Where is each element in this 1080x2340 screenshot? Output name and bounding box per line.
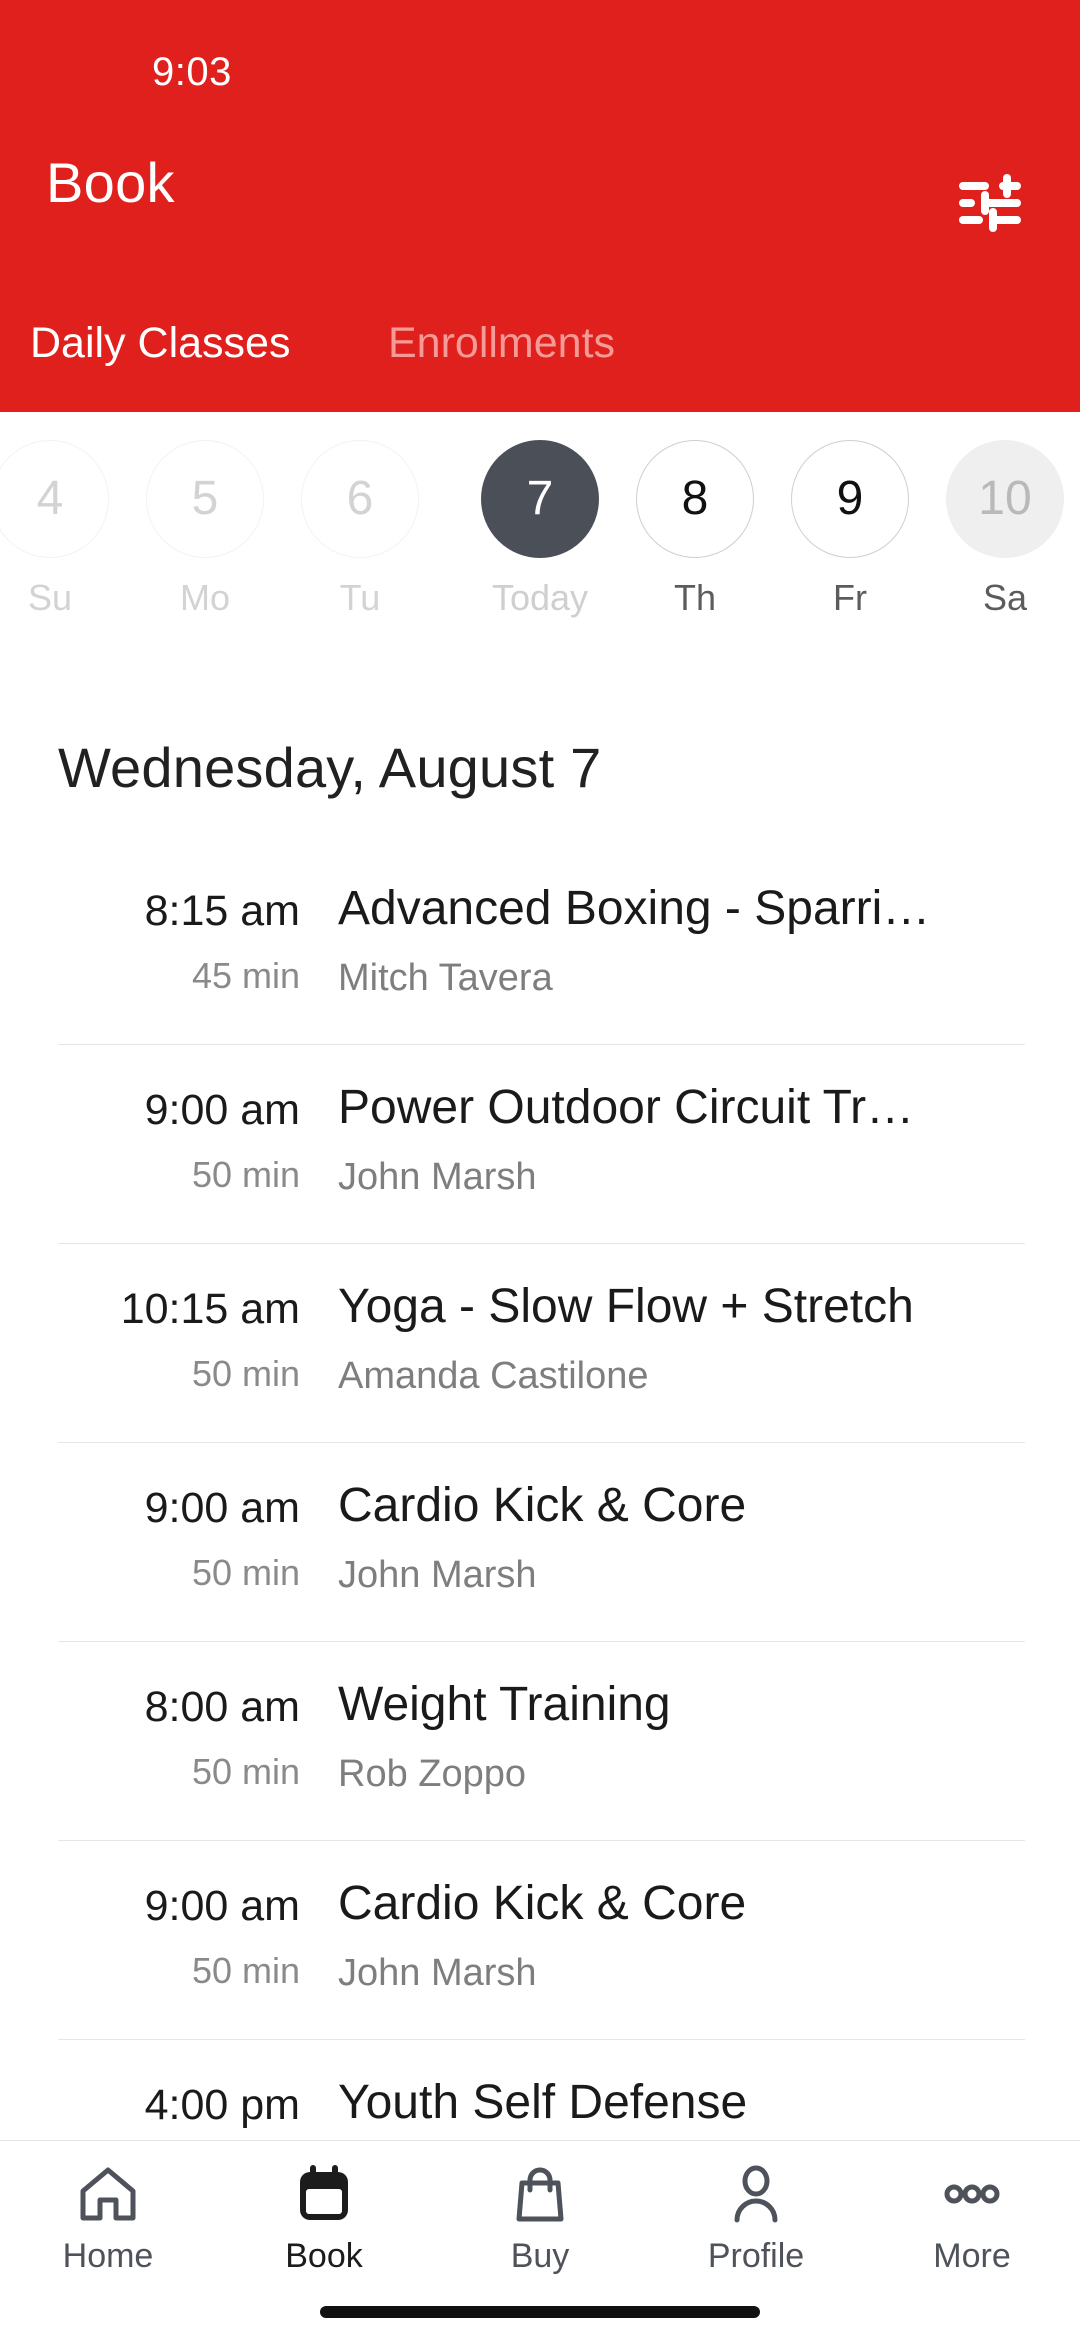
class-time: 9:00 am [144, 1882, 300, 1930]
class-title: Power Outdoor Circuit Tr… [338, 1081, 915, 1134]
header-tabs: Daily Classes Enrollments [0, 310, 1080, 410]
filter-button[interactable] [955, 172, 1025, 234]
table-row[interactable]: 4:00 pm Youth Self Defense [0, 2039, 1080, 2145]
date-cell-9[interactable]: 9 Fr [770, 440, 930, 640]
date-number-9: 9 [791, 440, 909, 558]
class-time: 4:00 pm [144, 2081, 300, 2129]
date-weekday-7: Today [491, 577, 589, 618]
class-instructor: John Marsh [338, 1554, 537, 1596]
nav-item-buy[interactable]: Buy [432, 2163, 648, 2303]
class-duration: 50 min [191, 1353, 300, 1394]
class-instructor: John Marsh [338, 1156, 537, 1198]
nav-item-home[interactable]: Home [0, 2163, 216, 2303]
nav-label-profile: Profile [707, 2237, 805, 2275]
nav-item-profile[interactable]: Profile [648, 2163, 864, 2303]
home-icon [80, 2167, 136, 2221]
date-cell-7-today[interactable]: 7 Today [460, 440, 620, 640]
class-duration: 50 min [191, 1154, 300, 1195]
class-instructor: Amanda Castilone [338, 1355, 649, 1397]
class-time: 9:00 am [144, 1086, 300, 1134]
date-weekday-8: Th [673, 577, 716, 618]
bottom-navigation: Home Book Buy Profile More [0, 2140, 1080, 2340]
app-header: 9:03 Book Daily Classes Enrollments [0, 0, 1080, 412]
class-instructor: John Marsh [338, 1952, 537, 1994]
date-cell-8[interactable]: 8 Th [615, 440, 775, 640]
class-title: Cardio Kick & Core [338, 1877, 747, 1930]
date-cell-6[interactable]: 6 Tu [280, 440, 440, 640]
bag-icon [516, 2167, 564, 2222]
date-cell-5[interactable]: 5 Mo [125, 440, 285, 640]
table-row[interactable]: 10:15 am 50 min Yoga - Slow Flow + Stret… [0, 1243, 1080, 1442]
table-row[interactable]: 9:00 am 50 min Cardio Kick & Core John M… [0, 1840, 1080, 2039]
date-weekday-10: Sa [982, 577, 1028, 618]
nav-item-more[interactable]: More [864, 2163, 1080, 2303]
date-number-7: 7 [481, 440, 599, 558]
ellipsis-icon [944, 2184, 1000, 2204]
status-bar-clock: 9:03 [152, 50, 232, 94]
status-bar: 9:03 [0, 0, 1080, 120]
app-screen: 9:03 Book Daily Classes Enrollments 4 Su… [0, 0, 1080, 2340]
table-row[interactable]: 9:00 am 50 min Power Outdoor Circuit Tr…… [0, 1044, 1080, 1243]
table-row[interactable]: 9:00 am 50 min Cardio Kick & Core John M… [0, 1442, 1080, 1641]
class-title: Yoga - Slow Flow + Stretch [338, 1280, 914, 1333]
nav-label-buy: Buy [510, 2237, 570, 2275]
class-duration: 50 min [191, 1552, 300, 1593]
calendar-icon [300, 2165, 348, 2220]
class-list[interactable]: 8:15 am 45 min Advanced Boxing - Sparri…… [0, 845, 1080, 2145]
nav-label-book: Book [285, 2237, 363, 2275]
tune-filter-icon [959, 174, 1021, 232]
nav-item-book[interactable]: Book [216, 2163, 432, 2303]
date-cell-4[interactable]: 4 Su [0, 440, 130, 640]
class-time: 9:00 am [144, 1484, 300, 1532]
class-instructor: Rob Zoppo [338, 1753, 527, 1795]
date-number-4: 4 [0, 440, 109, 558]
selected-day-heading: Wednesday, August 7 [58, 736, 602, 799]
date-weekday-6: Tu [339, 577, 381, 618]
class-time: 8:00 am [144, 1683, 300, 1731]
class-title: Youth Self Defense [338, 2076, 748, 2129]
class-time: 10:15 am [120, 1285, 300, 1333]
class-duration: 45 min [191, 955, 300, 996]
date-number-8: 8 [636, 440, 754, 558]
date-picker-strip[interactable]: 4 Su 5 Mo 6 Tu 7 Today 8 Th 9 Fr 10 Sa [0, 412, 1080, 662]
table-row[interactable]: 8:15 am 45 min Advanced Boxing - Sparri…… [0, 845, 1080, 1044]
home-indicator-bar[interactable] [320, 2306, 760, 2318]
class-instructor: Mitch Tavera [338, 957, 553, 999]
class-title: Advanced Boxing - Sparri… [338, 882, 931, 935]
date-cell-10[interactable]: 10 Sa [925, 440, 1080, 640]
table-row[interactable]: 8:00 am 50 min Weight Training Rob Zoppo [0, 1641, 1080, 1840]
class-time: 8:15 am [144, 887, 300, 935]
tab-daily-classes[interactable]: Daily Classes [30, 310, 290, 376]
person-icon [734, 2165, 778, 2223]
date-weekday-5: Mo [179, 577, 230, 618]
class-duration: 50 min [191, 1950, 300, 1991]
nav-label-home: Home [62, 2237, 154, 2275]
date-weekday-9: Fr [833, 577, 867, 618]
class-duration: 50 min [191, 1751, 300, 1792]
date-number-6: 6 [301, 440, 419, 558]
date-number-10: 10 [946, 440, 1064, 558]
page-title: Book [46, 151, 175, 214]
date-number-5: 5 [146, 440, 264, 558]
nav-label-more: More [933, 2237, 1011, 2275]
date-weekday-4: Su [27, 577, 73, 618]
class-title: Cardio Kick & Core [338, 1479, 747, 1532]
tab-enrollments[interactable]: Enrollments [388, 310, 615, 376]
class-title: Weight Training [338, 1678, 671, 1731]
